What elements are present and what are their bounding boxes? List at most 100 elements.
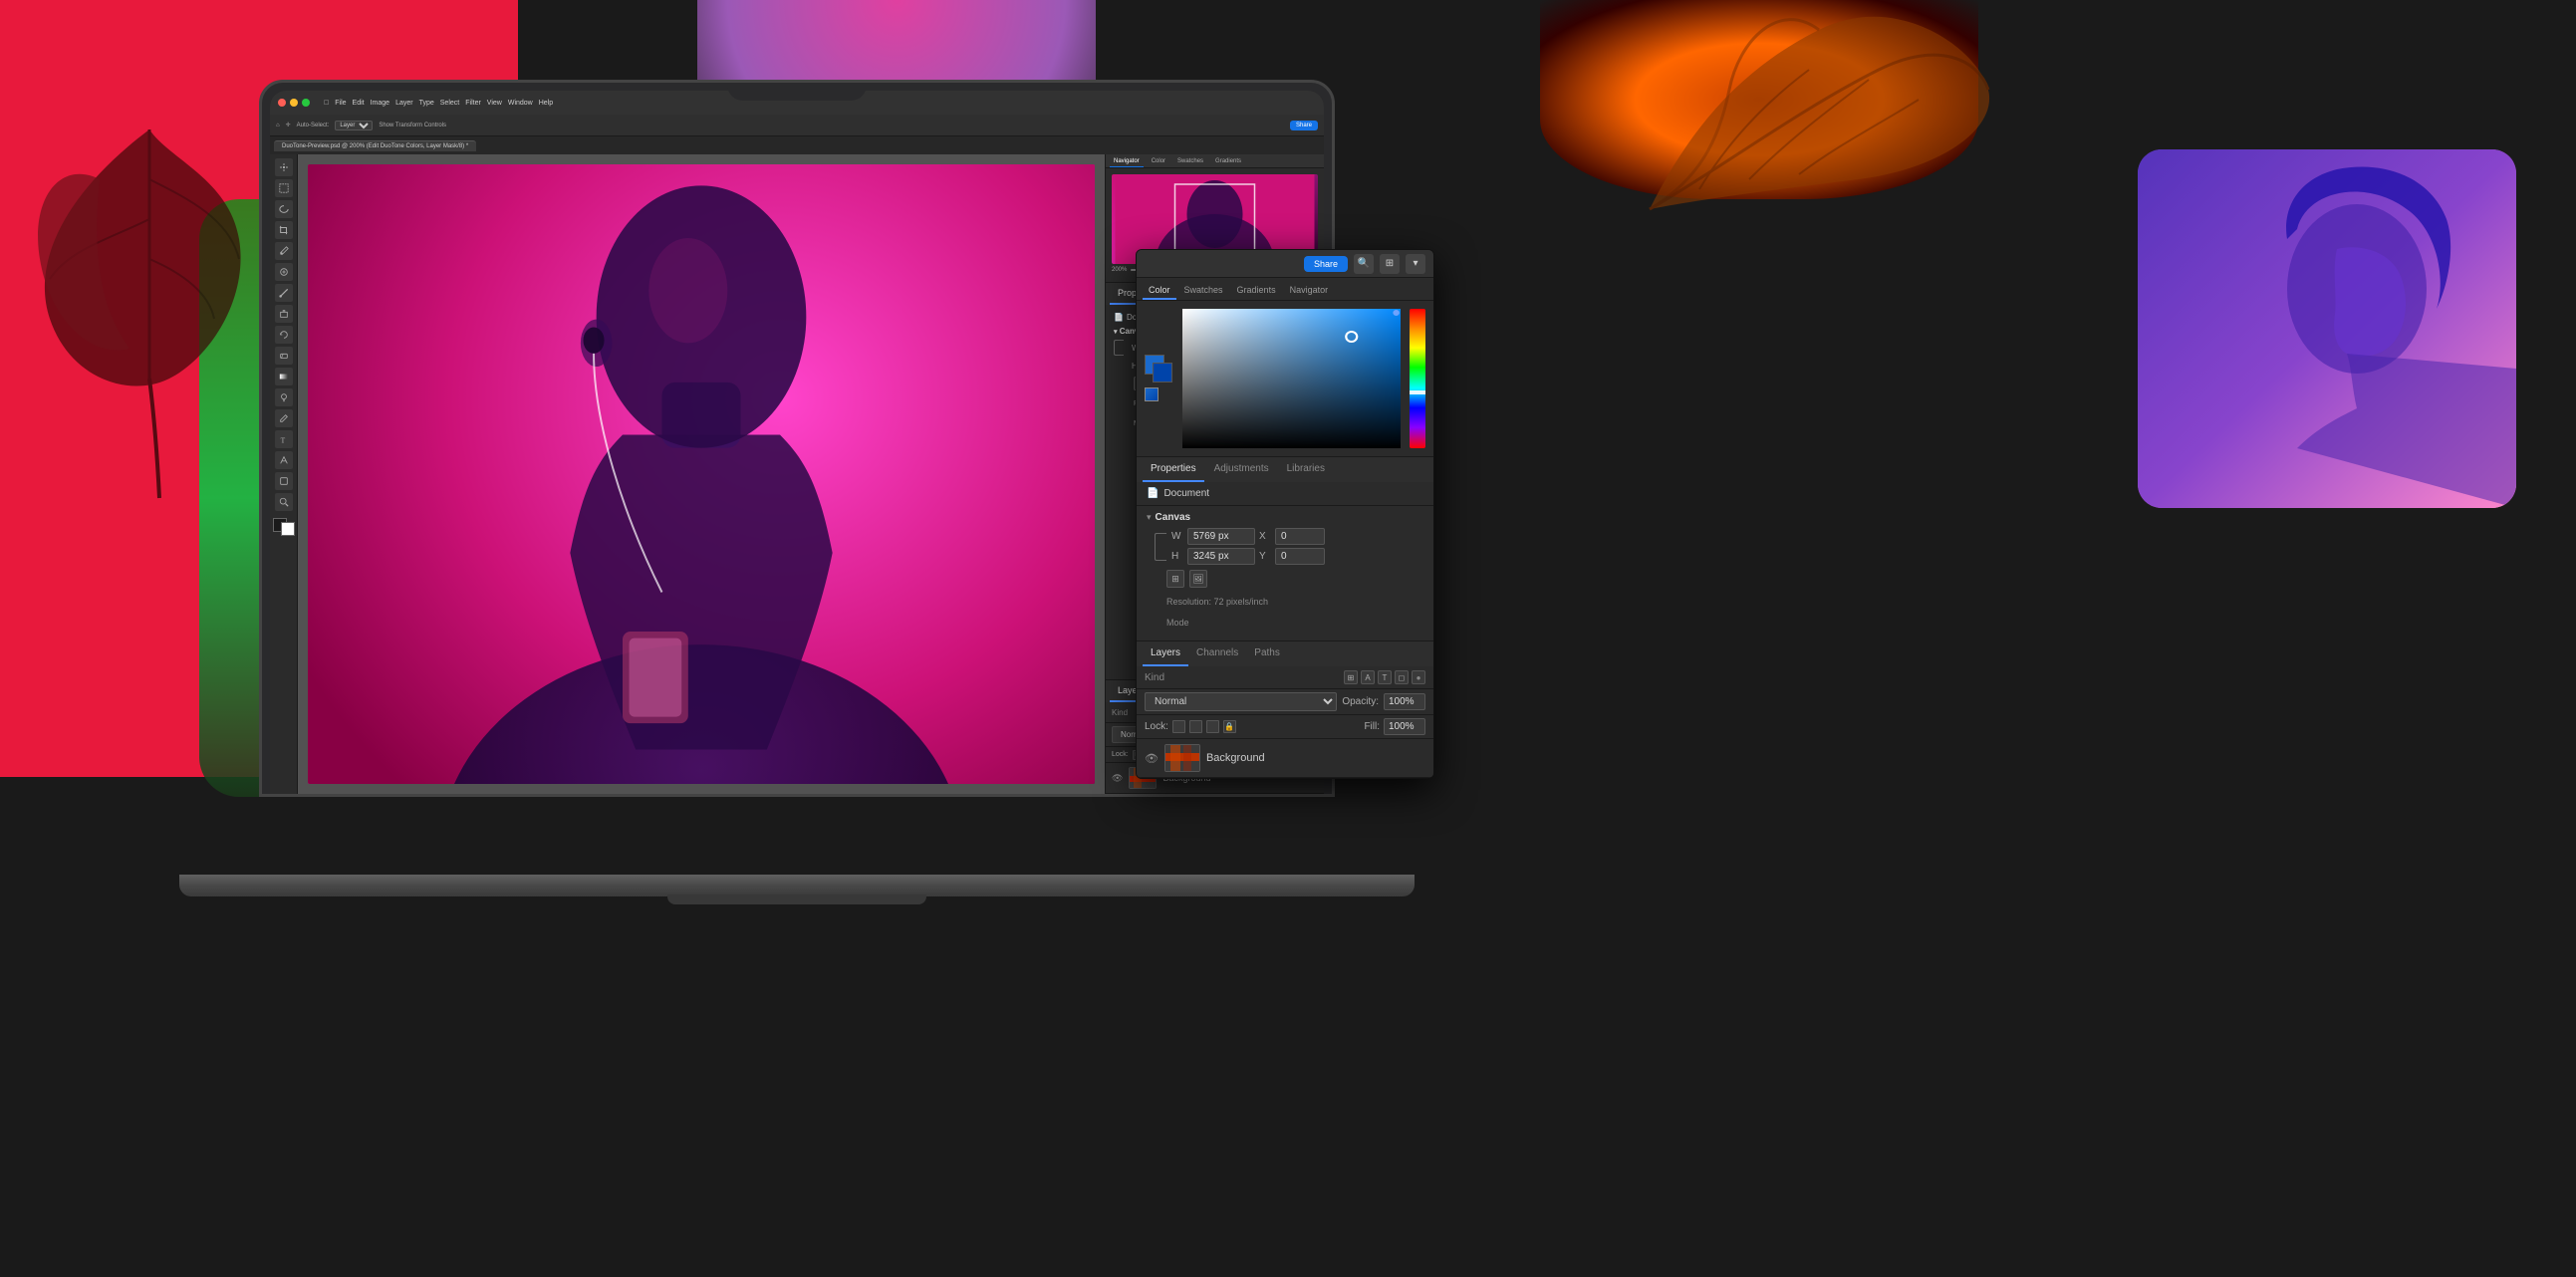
leaf-decoration-right <box>1640 10 1998 234</box>
share-button-macbook[interactable]: Share <box>1290 121 1318 130</box>
fg-bg-colors[interactable] <box>273 518 295 536</box>
active-color-chip[interactable] <box>1145 387 1159 401</box>
float-tab-swatches[interactable]: Swatches <box>1178 282 1229 300</box>
tool-stamp[interactable] <box>275 305 293 323</box>
filter-btn-4[interactable]: ◻ <box>1395 670 1409 684</box>
filter-kind-float: Kind <box>1145 672 1164 683</box>
tool-crop[interactable] <box>275 221 293 239</box>
menu-type[interactable]: Type <box>419 100 434 107</box>
tool-eyedropper[interactable] <box>275 242 293 260</box>
tab-swatches-small[interactable]: Swatches <box>1173 156 1207 167</box>
float-tab-navigator[interactable]: Navigator <box>1284 282 1335 300</box>
tab-paths-float[interactable]: Paths <box>1246 641 1288 666</box>
float-tab-libraries[interactable]: Libraries <box>1279 457 1333 482</box>
tool-gradient[interactable] <box>275 368 293 385</box>
lock-btn-4[interactable]: 🔒 <box>1223 720 1236 733</box>
float-panel-header: Share 🔍 ⊞ ▾ <box>1137 250 1433 278</box>
menu-ps[interactable]:  <box>324 100 329 107</box>
tool-move[interactable] <box>275 158 293 176</box>
traffic-light-yellow[interactable] <box>290 99 298 107</box>
canvas-collapse-icon[interactable]: ▾ <box>1147 512 1152 523</box>
macbook-base <box>179 875 1415 896</box>
tool-eraser[interactable] <box>275 347 293 365</box>
tool-lasso[interactable] <box>275 200 293 218</box>
traffic-light-red[interactable] <box>278 99 286 107</box>
home-icon[interactable]: ⌂ <box>276 123 280 128</box>
document-tab[interactable]: DuoTone-Preview.psd @ 200% (Edit DuoTone… <box>274 140 476 151</box>
menu-window[interactable]: Window <box>508 100 533 107</box>
link-wh-icon[interactable] <box>1155 533 1166 561</box>
float-tab-adjustments[interactable]: Adjustments <box>1206 457 1277 482</box>
tool-pen[interactable] <box>275 409 293 427</box>
opacity-label-float: Opacity: <box>1342 696 1379 707</box>
layers-filter-row-float: Kind ⊞ A T ◻ ● <box>1137 666 1433 689</box>
macbook-foot <box>667 894 926 904</box>
tool-select[interactable] <box>275 179 293 197</box>
fill-input-float[interactable] <box>1384 718 1425 735</box>
background-swatch[interactable] <box>1153 363 1172 383</box>
lock-btn-2[interactable] <box>1189 720 1202 733</box>
tab-gradients-small[interactable]: Gradients <box>1211 156 1245 167</box>
layer-background-float[interactable]: 👁 Background <box>1137 739 1433 778</box>
menu-layer[interactable]: Layer <box>395 100 413 107</box>
canvas-action-2[interactable]: 🖼 <box>1189 570 1207 588</box>
menu-image[interactable]: Image <box>371 100 389 107</box>
hue-bar[interactable] <box>1410 309 1425 448</box>
w-label: W <box>1171 531 1183 542</box>
tool-history[interactable] <box>275 326 293 344</box>
ps-menu-items:  File Edit Image Layer Type Select Filt… <box>324 100 553 107</box>
float-tab-gradients[interactable]: Gradients <box>1231 282 1282 300</box>
tool-text[interactable]: T <box>275 430 293 448</box>
tab-layers-float[interactable]: Layers <box>1143 641 1188 666</box>
expand-icon-float[interactable]: ▾ <box>1406 254 1425 274</box>
tab-color-small[interactable]: Color <box>1148 156 1169 167</box>
width-field-float[interactable] <box>1187 528 1255 545</box>
tab-navigator[interactable]: Navigator <box>1110 156 1144 167</box>
layout-icon-float[interactable]: ⊞ <box>1380 254 1400 274</box>
macbook-notch <box>727 83 867 101</box>
tool-path-select[interactable] <box>275 451 293 469</box>
tool-zoom[interactable] <box>275 493 293 511</box>
blend-mode-float[interactable]: Normal <box>1145 692 1337 711</box>
height-field-float[interactable] <box>1187 548 1255 565</box>
color-picker-row <box>1145 309 1425 448</box>
move-tool-icon[interactable]: ✛ <box>286 122 291 128</box>
tool-heal[interactable] <box>275 263 293 281</box>
menu-filter[interactable]: Filter <box>465 100 481 107</box>
tool-shape[interactable] <box>275 472 293 490</box>
zoom-level: 200% <box>1112 267 1127 273</box>
tool-brush[interactable] <box>275 284 293 302</box>
layer-visibility-icon[interactable]: 👁 <box>1112 773 1123 784</box>
auto-select-dropdown[interactable]: Layer <box>335 121 373 130</box>
float-tab-color[interactable]: Color <box>1143 282 1176 300</box>
menu-help[interactable]: Help <box>539 100 553 107</box>
tool-dodge[interactable] <box>275 388 293 406</box>
color-spectrum-container[interactable] <box>1182 309 1401 448</box>
opacity-input-float[interactable] <box>1384 693 1425 710</box>
link-proportions-icon[interactable] <box>1114 340 1124 356</box>
menu-file[interactable]: File <box>335 100 346 107</box>
menu-view[interactable]: View <box>487 100 502 107</box>
lock-btn-3[interactable] <box>1206 720 1219 733</box>
float-tab-properties[interactable]: Properties <box>1143 457 1204 482</box>
traffic-light-green[interactable] <box>302 99 310 107</box>
background-color[interactable] <box>281 522 295 536</box>
filter-btn-1[interactable]: ⊞ <box>1344 670 1358 684</box>
filter-btn-3[interactable]: T <box>1378 670 1392 684</box>
ps-canvas[interactable] <box>298 154 1105 794</box>
search-icon-float[interactable]: 🔍 <box>1354 254 1374 274</box>
canvas-action-1[interactable]: ⊞ <box>1166 570 1184 588</box>
menu-select[interactable]: Select <box>440 100 459 107</box>
filter-btn-2[interactable]: A <box>1361 670 1375 684</box>
document-tab-bar: DuoTone-Preview.psd @ 200% (Edit DuoTone… <box>270 136 1324 154</box>
lock-btn-1[interactable] <box>1172 720 1185 733</box>
tab-channels-float[interactable]: Channels <box>1188 641 1246 666</box>
y-field-float[interactable] <box>1275 548 1325 565</box>
filter-btn-5[interactable]: ● <box>1412 670 1425 684</box>
layers-section: Layers Channels Paths Kind ⊞ A T ◻ ● Nor… <box>1137 640 1433 778</box>
layer-eye-float[interactable]: 👁 <box>1145 752 1159 765</box>
share-button-float[interactable]: Share <box>1304 256 1348 272</box>
x-field-float[interactable] <box>1275 528 1325 545</box>
menu-edit[interactable]: Edit <box>353 100 365 107</box>
leaf-decoration-left <box>10 100 289 523</box>
